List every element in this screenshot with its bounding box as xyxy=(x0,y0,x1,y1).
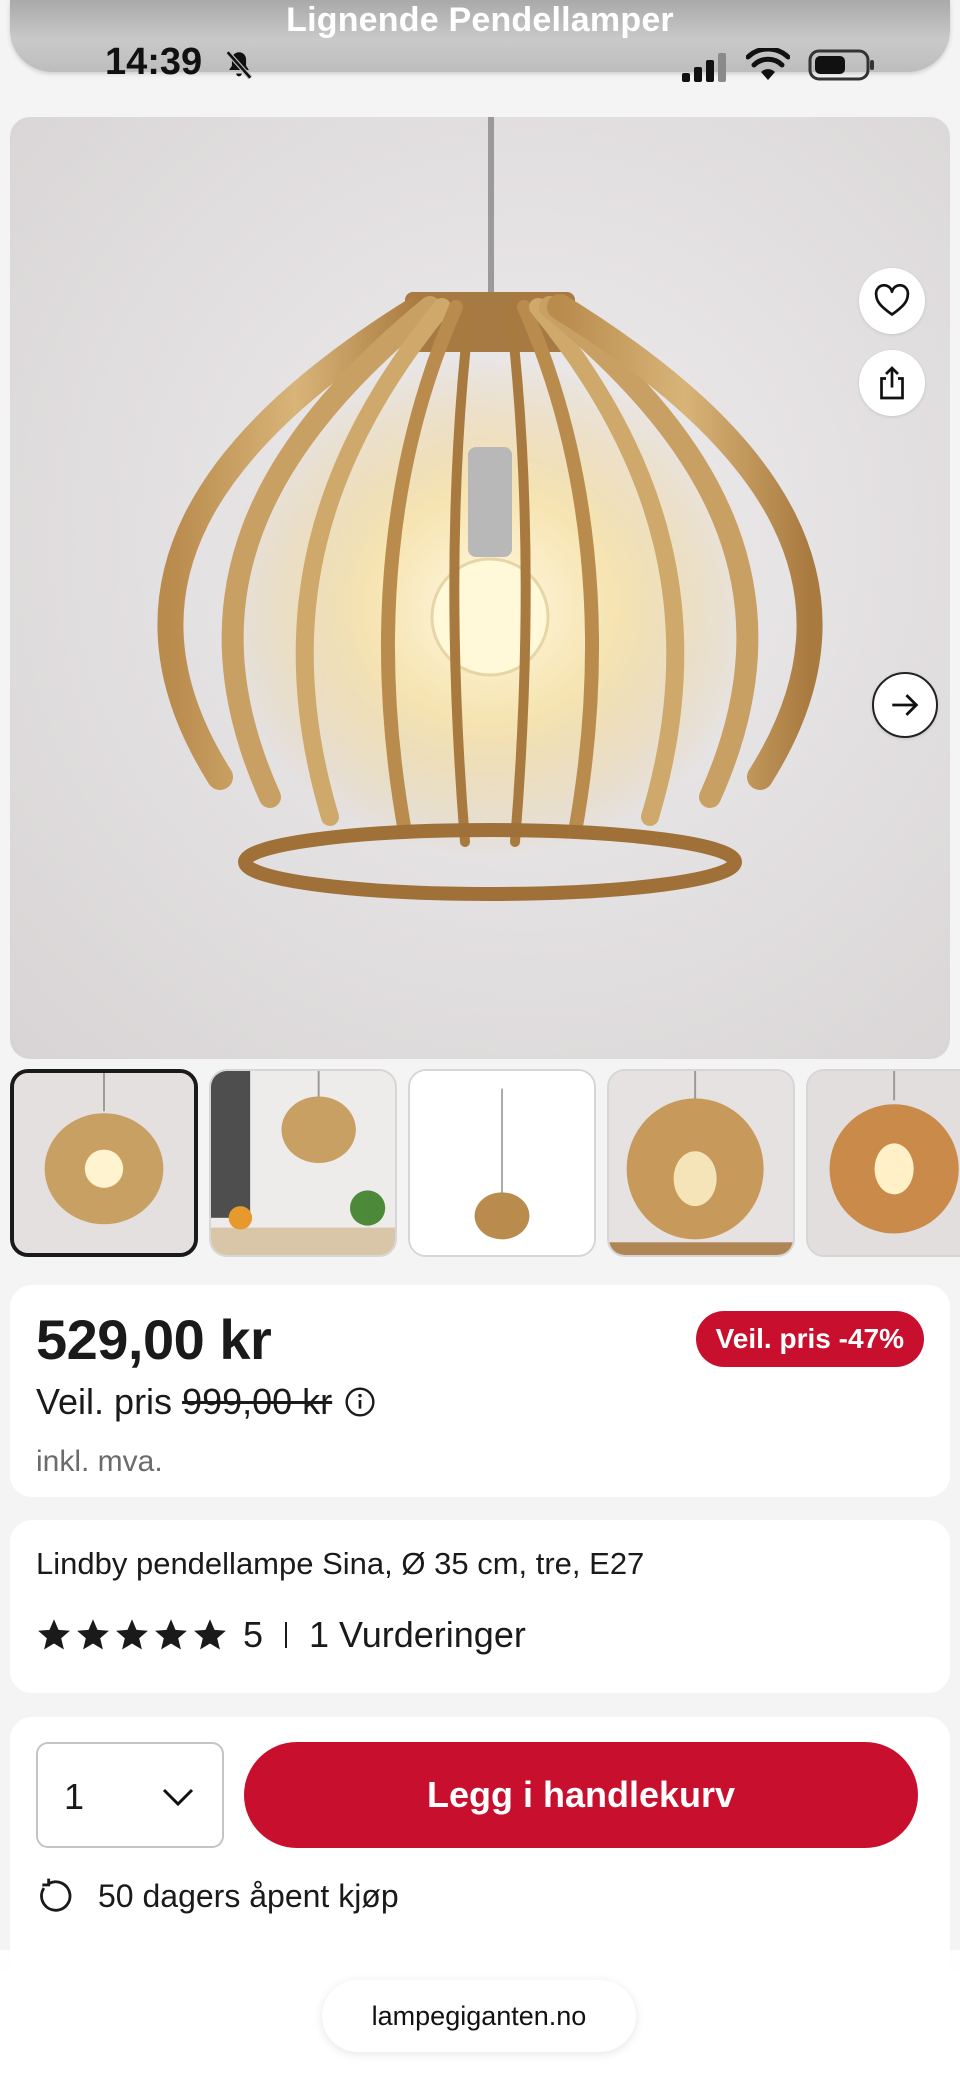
favorite-button[interactable] xyxy=(859,268,925,334)
thumbnail[interactable] xyxy=(806,1069,960,1257)
rating-row[interactable]: 5 1 Vurderinger xyxy=(36,1610,526,1660)
return-policy-text: 50 dagers åpent kjøp xyxy=(98,1877,399,1914)
thumbnail-strip xyxy=(10,1069,960,1257)
rating-value: 5 xyxy=(243,1614,264,1655)
thumbnail[interactable] xyxy=(607,1069,795,1257)
rrp-label: Veil. pris xyxy=(36,1381,173,1422)
product-image[interactable] xyxy=(10,117,950,1059)
thumbnail[interactable] xyxy=(408,1069,596,1257)
info-icon[interactable] xyxy=(344,1386,376,1418)
refresh-icon xyxy=(40,1878,72,1912)
chevron-down-icon xyxy=(162,1788,194,1807)
bell-slash-icon xyxy=(225,50,253,80)
vat-note: inkl. mva. xyxy=(36,1445,163,1478)
next-image-button[interactable] xyxy=(872,672,938,738)
signal-icon xyxy=(682,53,726,82)
heart-icon xyxy=(874,284,910,316)
quantity-select[interactable]: 1 xyxy=(36,1742,224,1848)
thumbnail[interactable] xyxy=(209,1069,397,1257)
page-title: Lignende Pendellamper xyxy=(286,1,674,39)
review-count[interactable]: 1 Vurderinger xyxy=(309,1614,526,1656)
star-icon xyxy=(77,1619,109,1650)
url-bar[interactable]: lampegiganten.no xyxy=(322,1980,636,2052)
star-icon xyxy=(155,1619,187,1650)
star-icon xyxy=(194,1619,226,1650)
browser-bottom-bar: lampegiganten.no xyxy=(0,1950,960,2081)
arrow-right-icon xyxy=(892,694,919,716)
current-price: 529,00 kr xyxy=(36,1308,272,1371)
rating-stars xyxy=(36,1617,231,1653)
rrp-old-price: 999,00 kr xyxy=(182,1381,333,1422)
price-card: 529,00 kr Veil. pris -47% Veil. pris 999… xyxy=(10,1285,950,1497)
star-icon xyxy=(116,1619,148,1650)
add-to-cart-button[interactable]: Legg i handlekurv xyxy=(244,1742,918,1848)
share-icon xyxy=(880,366,904,400)
product-title: Lindby pendellampe Sina, Ø 35 cm, tre, E… xyxy=(36,1546,645,1581)
quantity-value: 1 xyxy=(64,1776,85,1817)
rrp-row: Veil. pris 999,00 kr xyxy=(36,1381,376,1423)
wifi-icon xyxy=(746,48,790,80)
discount-badge: Veil. pris -47% xyxy=(695,1311,924,1367)
status-time: 14:39 xyxy=(105,41,203,83)
product-info-card: Lindby pendellampe Sina, Ø 35 cm, tre, E… xyxy=(10,1520,950,1693)
share-button[interactable] xyxy=(859,350,925,416)
rating-divider xyxy=(285,1622,288,1648)
lamp-photo xyxy=(157,117,823,901)
star-icon xyxy=(38,1619,70,1650)
thumbnail[interactable] xyxy=(10,1069,198,1257)
return-policy: 50 dagers åpent kjøp xyxy=(36,1877,399,1915)
purchase-card: 1 Legg i handlekurv 50 dagers åpent kjøp xyxy=(10,1717,950,1977)
battery-icon xyxy=(808,49,874,81)
